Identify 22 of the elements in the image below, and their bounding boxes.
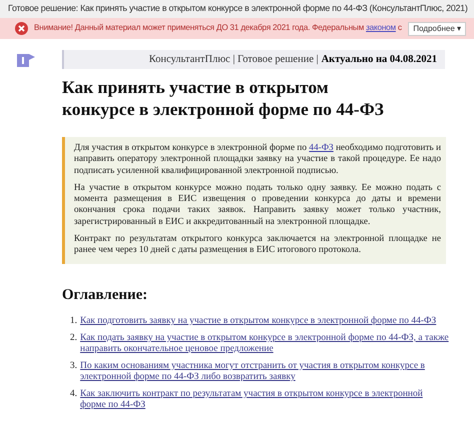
summary-paragraph: Контракт по результатам открытого конкурса заключается на электронной площадке не ранее чем через 10 дней с даты размещения в ЕИС итогового протокола. xyxy=(74,234,441,257)
item-number: 3. xyxy=(70,360,78,373)
info-flag-icon xyxy=(17,54,35,67)
toc-heading: Оглавление: xyxy=(62,286,149,305)
item-number: 1. xyxy=(70,316,78,328)
toc-link[interactable]: Как подать заявку на участие в открытом конкурсе в электронной форме по 44-ФЗ, а также направить окончательное ценовое предложение xyxy=(80,332,450,356)
actual-date: Актуально на 04.08.2021 xyxy=(321,52,437,67)
summary-paragraph: Для участия в открытом конкурсе в электронной форме по 44-ФЗ необходимо подготовить и направить оператору электронной площадки заявку на участие в такой процедуре. Ее надо подписать усиленной квалифицированной электронной подписью. xyxy=(74,143,441,177)
toc-link[interactable]: По каким основаниям участника могут отстранить от участия в открытом конкурсе в электронной форме по 44-ФЗ либо возвратить заявку xyxy=(80,360,450,384)
page-title: Как принять участие в открытом конкурсе в электронной форме по 44-ФЗ xyxy=(62,76,385,120)
summary-paragraph: На участие в открытом конкурсе можно подать только одну заявку. Ее можно подать с момента размещения в ЕИС извещения о проведении конкурса до даты и времени окончания срока подачи таких заявок. Направить заявку может только участник, зарегистрированный в ЕИС и аккредитованный на электронной площадке. xyxy=(74,182,441,228)
law-link[interactable]: 44-ФЗ xyxy=(309,143,334,153)
toc-link[interactable]: Как подготовить заявку на участие в открытом конкурсе в электронной форме по 44-ФЗ xyxy=(80,316,436,328)
error-icon xyxy=(15,22,28,35)
source-label: КонсультантПлюс | Готовое решение | xyxy=(149,52,318,67)
details-button[interactable]: Подробнее ▾ xyxy=(408,22,466,36)
item-number: 4. xyxy=(70,388,78,401)
toc-link[interactable]: Как заключить контракт по результатам участия в открытом конкурсе в электронной форме по 44-ФЗ xyxy=(80,388,450,412)
law-link[interactable]: законом xyxy=(366,23,396,32)
warning-text: Внимание! Данный материал может применяться ДО 31 декабря 2021 года. Федеральным законом с xyxy=(34,22,402,34)
item-number: 2. xyxy=(70,332,78,345)
window-title: Готовое решение: Как принять участие в открытом конкурсе в электронной форме по 44-ФЗ (КонсультантПлюс, 2021) xyxy=(8,2,468,16)
